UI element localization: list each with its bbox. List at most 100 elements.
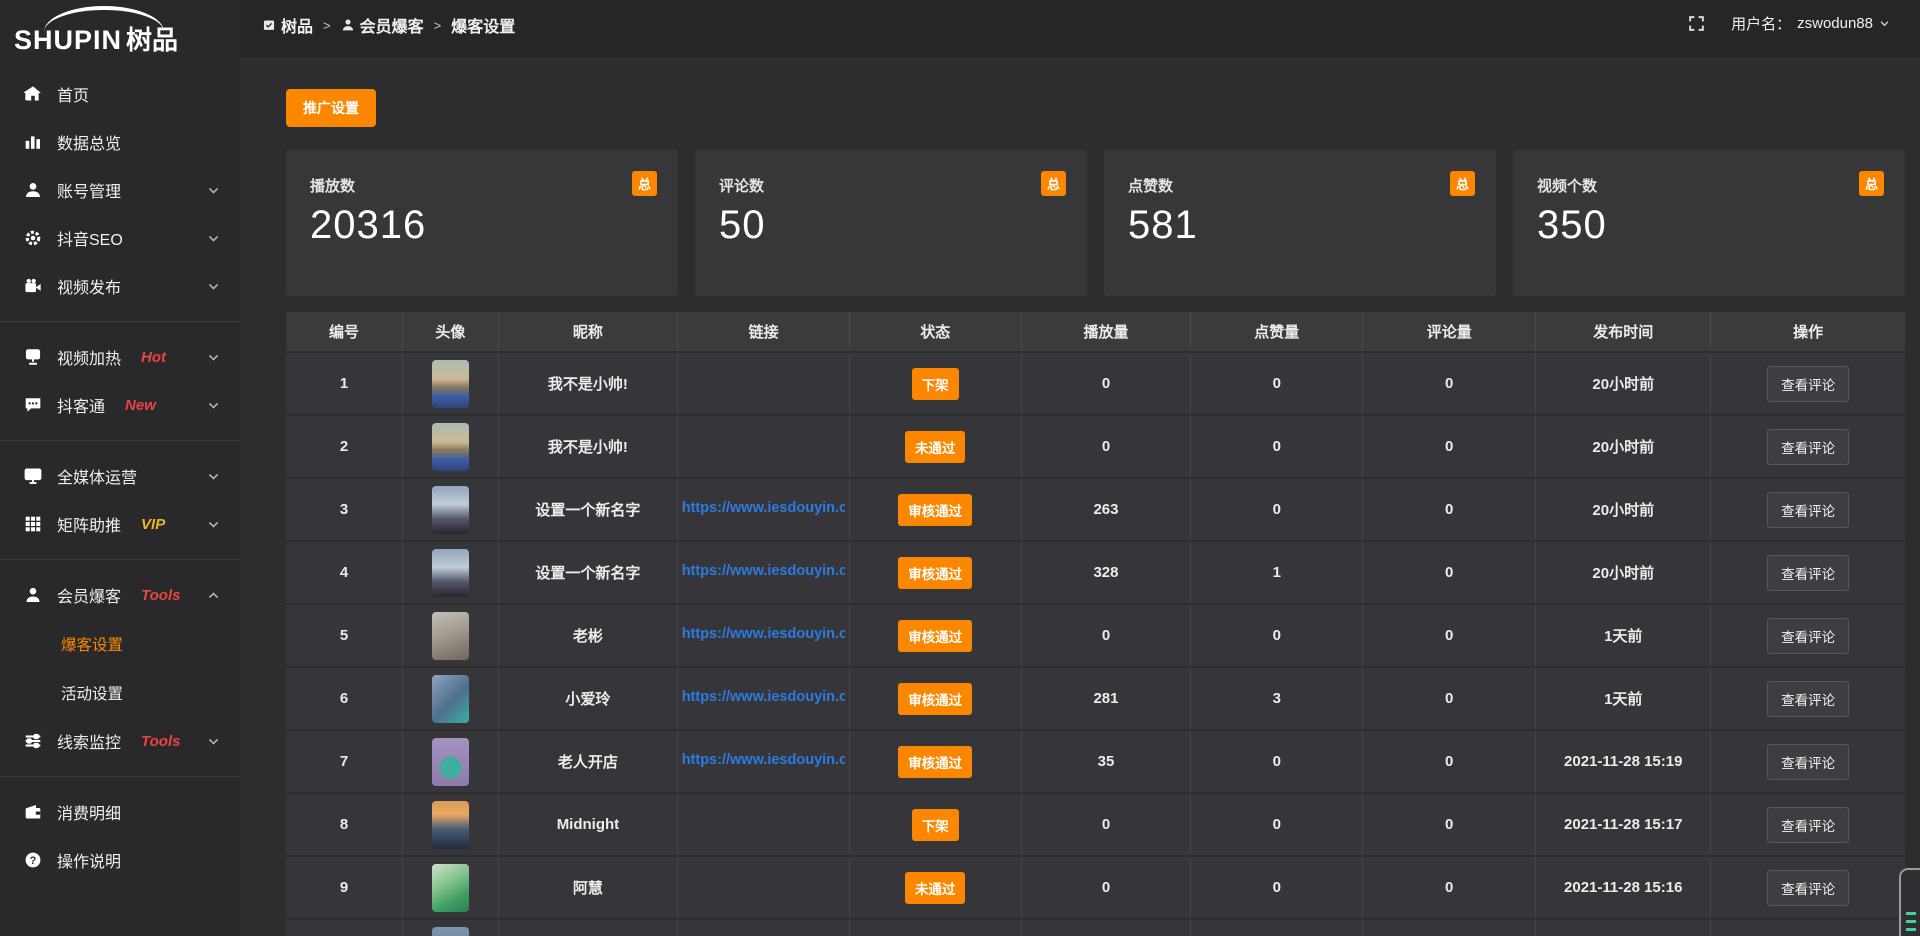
view-comments-button[interactable]: 查看评论 <box>1767 807 1849 843</box>
cell-action: 查看评论 <box>1711 604 1905 667</box>
sidebar-item-overview[interactable]: 数据总览 <box>0 118 240 166</box>
column-header-9: 操作 <box>1711 312 1905 352</box>
sidebar-item-douyin-seo[interactable]: 抖音SEO <box>0 214 240 262</box>
cell-avatar <box>403 730 499 793</box>
table-row: 9阿慧未通过0002021-11-28 15:16查看评论 <box>286 856 1905 919</box>
sidebar-item-clue-monitor[interactable]: 线索监控Tools <box>0 717 240 765</box>
sidebar-item-matrix-boost[interactable]: 矩阵助推VIP <box>0 500 240 548</box>
breadcrumb-item-baoke: 爆客设置 <box>451 13 515 37</box>
video-link[interactable]: https://www.iesdouyin.c <box>682 752 846 768</box>
column-header-5: 播放量 <box>1021 312 1191 352</box>
video-link[interactable]: https://www.iesdouyin.c <box>682 689 846 705</box>
sidebar-item-label: 数据总览 <box>57 130 121 154</box>
stat-card-label: 点赞数 <box>1128 175 1472 196</box>
cell-status: 未通过 <box>849 856 1021 919</box>
status-badge[interactable]: 下架 <box>912 809 959 841</box>
view-comments-button[interactable]: 查看评论 <box>1767 555 1849 591</box>
sidebar-item-label: 抖音SEO <box>57 226 123 250</box>
scroll-widget[interactable] <box>1899 868 1920 936</box>
promo-settings-button[interactable]: 推广设置 <box>286 89 376 127</box>
cell-action <box>1711 919 1905 936</box>
status-badge[interactable]: 未通过 <box>905 872 966 904</box>
cell-nickname: 老彬 <box>498 604 678 667</box>
chevron-down-icon <box>1879 18 1890 29</box>
stat-total-badge: 总 <box>1041 171 1066 196</box>
sidebar-item-media-ops[interactable]: 全媒体运营 <box>0 452 240 500</box>
cell-likes: 3 <box>1191 667 1363 730</box>
cell-plays: 0 <box>1021 856 1191 919</box>
cell-comments: 0 <box>1363 541 1536 604</box>
status-badge[interactable]: 审核通过 <box>898 557 972 589</box>
view-comments-button[interactable]: 查看评论 <box>1767 870 1849 906</box>
view-comments-button[interactable]: 查看评论 <box>1767 429 1849 465</box>
cell-link <box>678 919 850 936</box>
view-comments-button[interactable]: 查看评论 <box>1767 492 1849 528</box>
sidebar-item-label: 操作说明 <box>57 848 121 872</box>
breadcrumb-separator: > <box>323 18 331 33</box>
cell-status: 审核通过 <box>849 730 1021 793</box>
video-link[interactable]: https://www.iesdouyin.c <box>682 500 846 516</box>
cell-action: 查看评论 <box>1711 415 1905 478</box>
video-link[interactable]: https://www.iesdouyin.c <box>682 626 846 642</box>
sliders-icon <box>24 732 42 750</box>
sidebar-item-video-publish[interactable]: 视频发布 <box>0 262 240 310</box>
chevron-down-icon <box>207 470 220 483</box>
column-header-2: 昵称 <box>498 312 678 352</box>
home-icon <box>24 85 42 103</box>
status-badge[interactable]: 审核通过 <box>898 494 972 526</box>
avatar <box>432 864 469 912</box>
status-badge[interactable]: 审核通过 <box>898 683 972 715</box>
status-badge[interactable]: 审核通过 <box>898 620 972 652</box>
stat-card-label: 评论数 <box>719 175 1063 196</box>
sidebar-item-video-heat[interactable]: 视频加热Hot <box>0 333 240 381</box>
sidebar-item-account[interactable]: 账号管理 <box>0 166 240 214</box>
cell-status: 下架 <box>849 793 1021 856</box>
avatar <box>432 927 469 936</box>
cell-nickname: 设置一个新名字 <box>498 478 678 541</box>
cell-avatar <box>403 415 499 478</box>
sidebar-subitem-baoke-settings[interactable]: 爆客设置 <box>0 619 240 668</box>
cell-plays: 0 <box>1021 793 1191 856</box>
camera-icon <box>24 277 42 295</box>
sidebar-item-consume-detail[interactable]: 消费明细 <box>0 788 240 836</box>
sidebar-item-douketong[interactable]: 抖客通New <box>0 381 240 429</box>
cell-link: https://www.iesdouyin.c <box>678 730 850 793</box>
video-link[interactable]: https://www.iesdouyin.c <box>682 563 846 579</box>
cell-nickname: 阿慧 <box>498 856 678 919</box>
stat-card-label: 播放数 <box>310 175 654 196</box>
cell-time <box>1536 919 1711 936</box>
sidebar-item-label: 抖客通 <box>57 393 105 417</box>
sidebar-item-help[interactable]: ?操作说明 <box>0 836 240 884</box>
cell-comments: 0 <box>1363 730 1536 793</box>
view-comments-button[interactable]: 查看评论 <box>1767 681 1849 717</box>
sidebar-item-member-baoke[interactable]: 会员爆客Tools <box>0 571 240 619</box>
cell-time: 1天前 <box>1536 604 1711 667</box>
breadcrumb-item-shupin[interactable]: 树品 <box>262 13 313 37</box>
chevron-down-icon <box>207 280 220 293</box>
fullscreen-icon[interactable] <box>1688 15 1705 32</box>
breadcrumb-item-member[interactable]: 会员爆客 <box>341 13 424 37</box>
cell-likes: 0 <box>1191 352 1363 415</box>
stat-card-value: 50 <box>719 203 1063 248</box>
status-badge[interactable]: 下架 <box>912 368 959 400</box>
chevron-down-icon <box>207 518 220 531</box>
menu-tag: VIP <box>141 516 165 533</box>
sidebar-subitem-activity-settings[interactable]: 活动设置 <box>0 668 240 717</box>
table-row: 7老人开店https://www.iesdouyin.c审核通过35002021… <box>286 730 1905 793</box>
cell-avatar <box>403 478 499 541</box>
cell-likes: 0 <box>1191 793 1363 856</box>
chat-icon <box>24 396 42 414</box>
view-comments-button[interactable]: 查看评论 <box>1767 366 1849 402</box>
status-badge[interactable]: 未通过 <box>905 431 966 463</box>
user-dropdown[interactable]: 用户名：zswodun88 <box>1731 13 1890 34</box>
avatar <box>432 486 469 534</box>
view-comments-button[interactable]: 查看评论 <box>1767 744 1849 780</box>
avatar <box>432 423 469 471</box>
brand-logo[interactable]: SHUPIN树品 <box>0 0 240 66</box>
cell-status: 审核通过 <box>849 541 1021 604</box>
view-comments-button[interactable]: 查看评论 <box>1767 618 1849 654</box>
sidebar-item-home[interactable]: 首页 <box>0 70 240 118</box>
cell-plays: 281 <box>1021 667 1191 730</box>
status-badge[interactable]: 审核通过 <box>898 746 972 778</box>
stat-card-value: 581 <box>1128 203 1472 248</box>
